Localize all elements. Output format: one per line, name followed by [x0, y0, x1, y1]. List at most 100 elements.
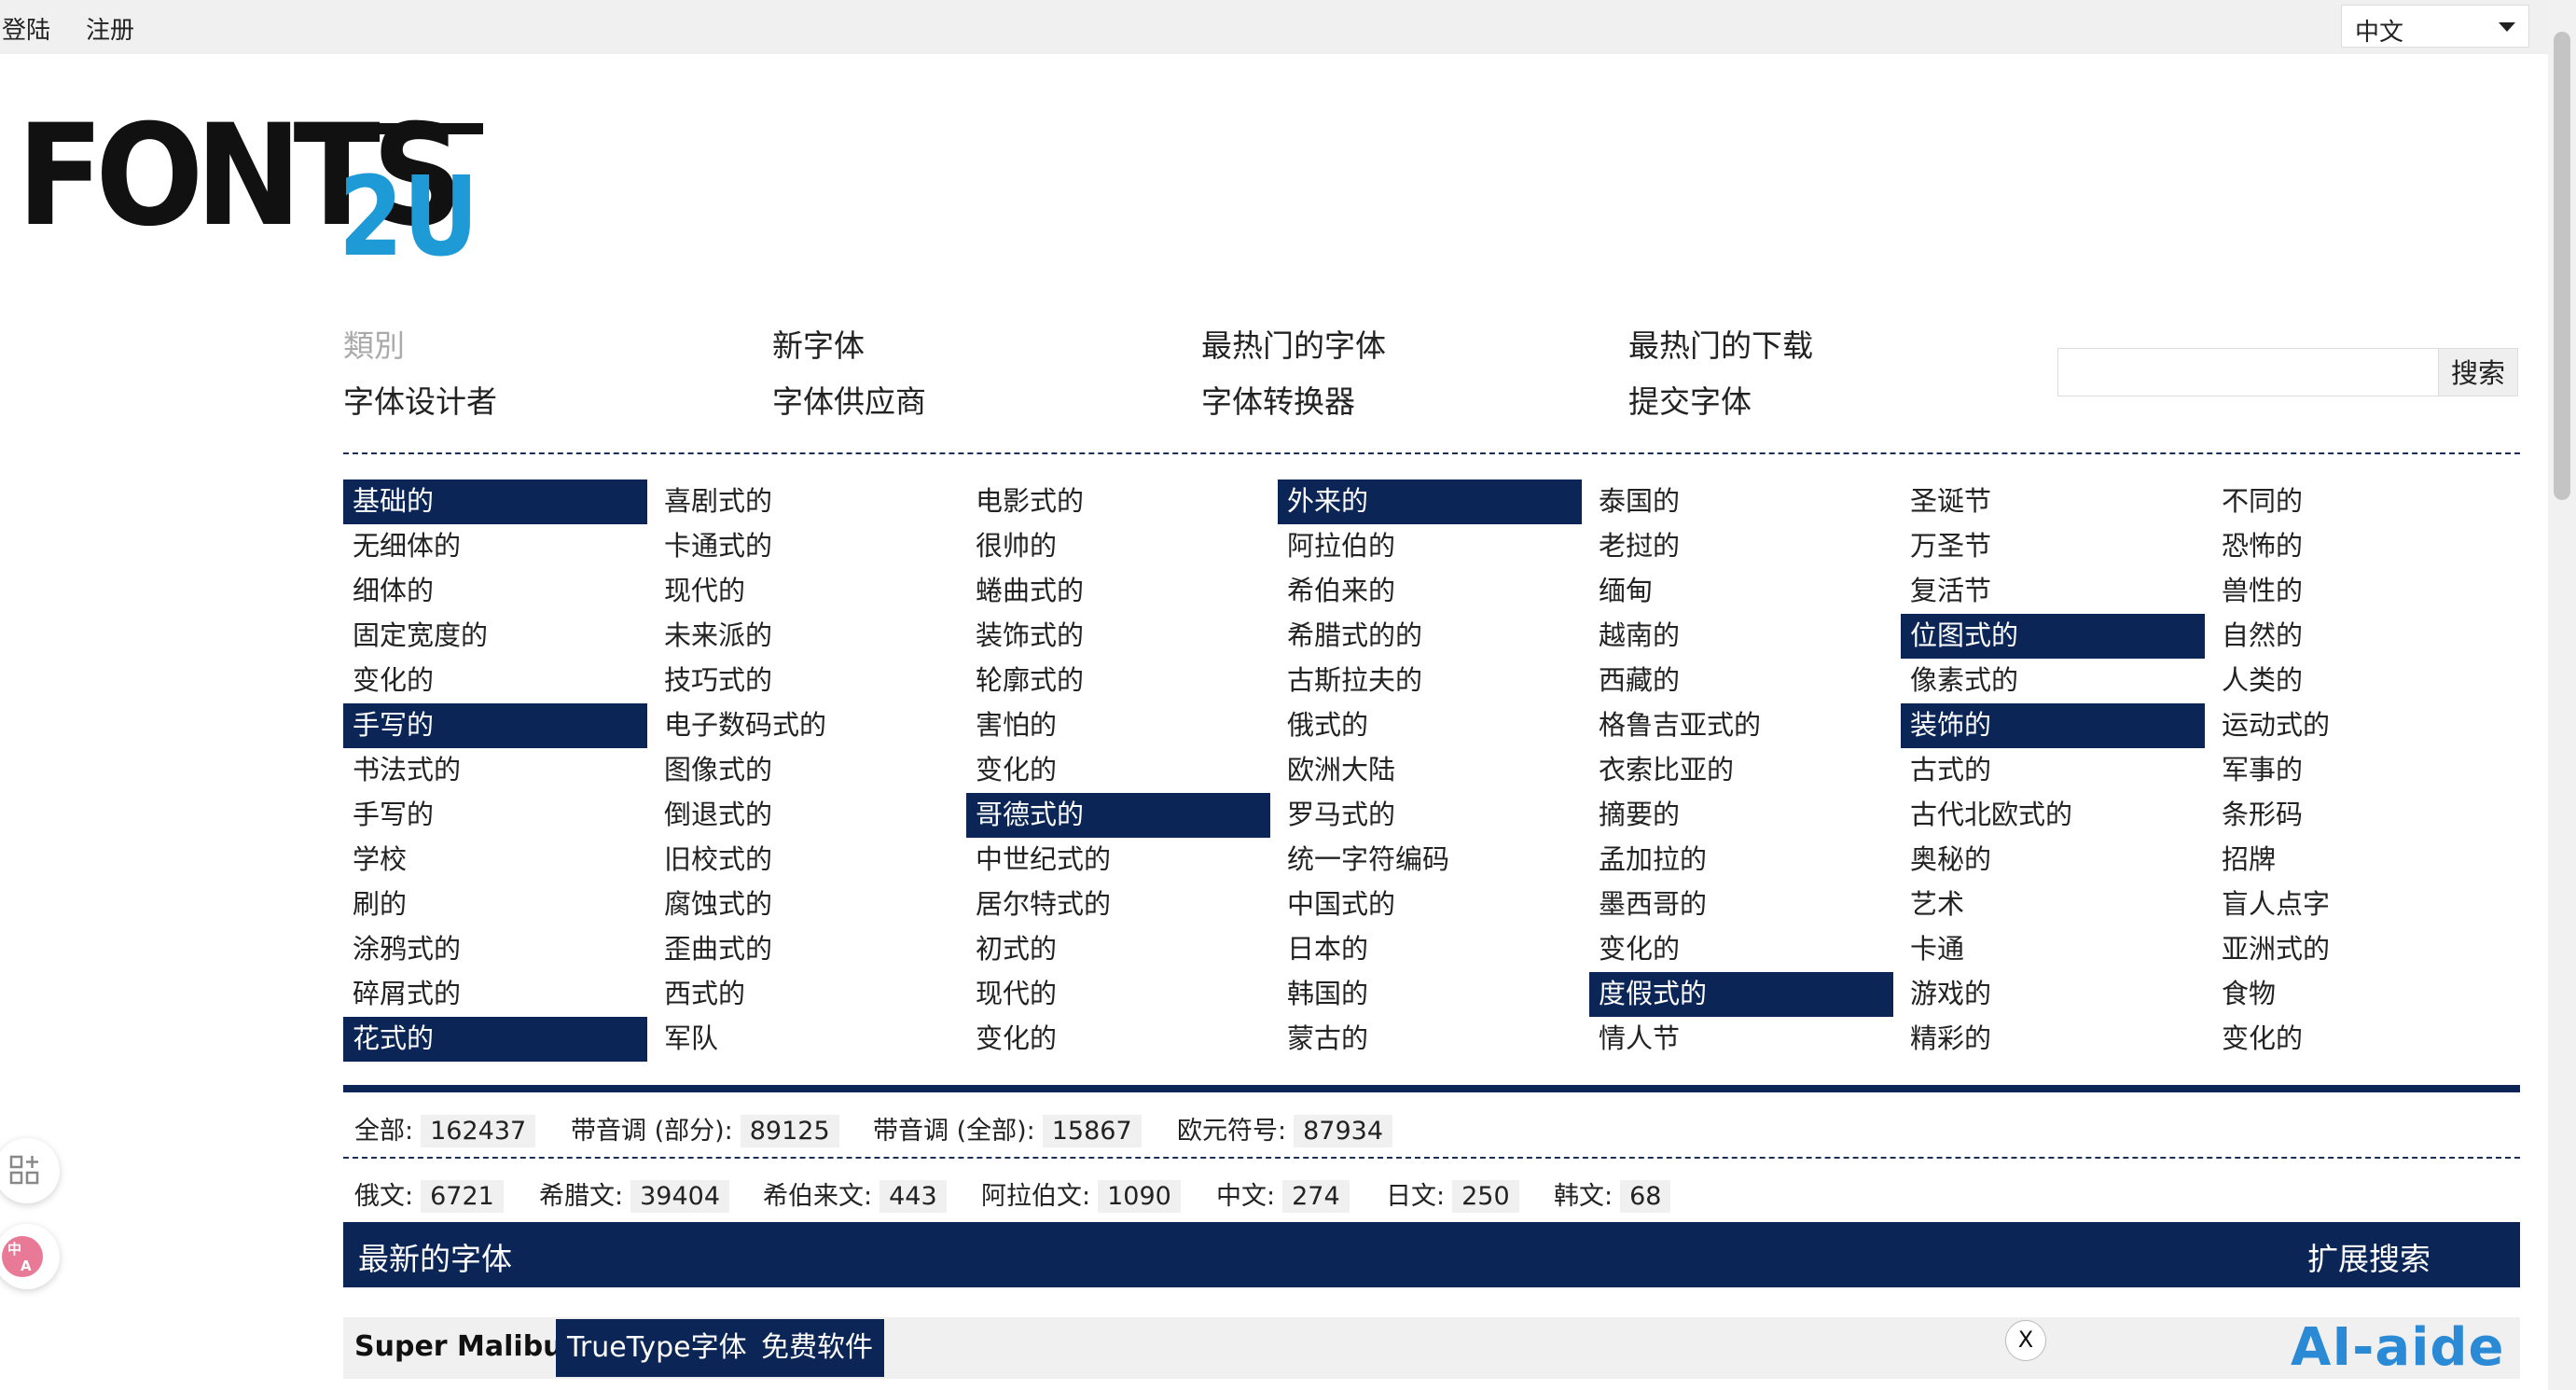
category-link[interactable]: 万圣节: [1901, 524, 2205, 569]
category-link[interactable]: 艺术: [1901, 883, 2205, 927]
category-link[interactable]: 歪曲式的: [655, 927, 959, 972]
category-link[interactable]: 人类的: [2212, 659, 2516, 703]
nav-font-converter[interactable]: 字体转换器: [1201, 377, 1355, 422]
category-link[interactable]: 初式的: [966, 927, 1270, 972]
category-link[interactable]: 墨西哥的: [1589, 883, 1893, 927]
category-header[interactable]: 哥德式的: [966, 793, 1270, 838]
category-link[interactable]: 刷的: [343, 883, 647, 927]
category-link[interactable]: 摘要的: [1589, 793, 1893, 838]
category-link[interactable]: 孟加拉的: [1589, 838, 1893, 883]
category-header[interactable]: 手写的: [343, 703, 647, 748]
scrollbar-thumb[interactable]: [2554, 32, 2570, 500]
category-link[interactable]: 轮廓式的: [966, 659, 1270, 703]
category-header[interactable]: 度假式的: [1589, 972, 1893, 1017]
category-link[interactable]: 蒙古的: [1278, 1017, 1582, 1062]
category-link[interactable]: 罗马式的: [1278, 793, 1582, 838]
category-link[interactable]: 衣索比亚的: [1589, 748, 1893, 793]
category-link[interactable]: 腐蚀式的: [655, 883, 959, 927]
page-scrollbar[interactable]: [2548, 0, 2576, 1390]
font-name[interactable]: Super Malibu: [354, 1330, 563, 1363]
category-link[interactable]: 越南的: [1589, 614, 1893, 659]
category-link[interactable]: 现代的: [966, 972, 1270, 1017]
category-link[interactable]: 招牌: [2212, 838, 2516, 883]
nav-font-designers[interactable]: 字体设计者: [343, 377, 497, 422]
category-link[interactable]: 希腊式的的: [1278, 614, 1582, 659]
category-link[interactable]: 复活节: [1901, 569, 2205, 614]
nav-popular-fonts[interactable]: 最热门的字体: [1201, 321, 1386, 366]
category-link[interactable]: 固定宽度的: [343, 614, 647, 659]
category-link[interactable]: 西藏的: [1589, 659, 1893, 703]
category-link[interactable]: 变化的: [966, 1017, 1270, 1062]
category-link[interactable]: 图像式的: [655, 748, 959, 793]
font-license-badge[interactable]: 免费软件: [750, 1319, 884, 1377]
category-link[interactable]: 条形码: [2212, 793, 2516, 838]
translate-button[interactable]: 中 A: [0, 1224, 60, 1289]
site-logo[interactable]: FONTS 2U: [17, 119, 483, 257]
category-link[interactable]: 害怕的: [966, 703, 1270, 748]
category-link[interactable]: 不同的: [2212, 480, 2516, 524]
category-header[interactable]: 花式的: [343, 1017, 647, 1062]
category-link[interactable]: 古式的: [1901, 748, 2205, 793]
category-link[interactable]: 军事的: [2212, 748, 2516, 793]
category-link[interactable]: 西式的: [655, 972, 959, 1017]
close-ad-button[interactable]: X: [2005, 1320, 2046, 1361]
category-link[interactable]: 阿拉伯的: [1278, 524, 1582, 569]
category-link[interactable]: 无细体的: [343, 524, 647, 569]
category-link[interactable]: 蜷曲式的: [966, 569, 1270, 614]
category-link[interactable]: 变化的: [1589, 927, 1893, 972]
category-link[interactable]: 俄式的: [1278, 703, 1582, 748]
category-link[interactable]: 古代北欧式的: [1901, 793, 2205, 838]
expand-search-link[interactable]: 扩展搜索: [2307, 1234, 2431, 1279]
language-select[interactable]: 中文: [2341, 5, 2529, 48]
category-link[interactable]: 喜剧式的: [655, 480, 959, 524]
category-link[interactable]: 游戏的: [1901, 972, 2205, 1017]
category-link[interactable]: 兽性的: [2212, 569, 2516, 614]
category-link[interactable]: 涂鸦式的: [343, 927, 647, 972]
category-link[interactable]: 技巧式的: [655, 659, 959, 703]
category-link[interactable]: 精彩的: [1901, 1017, 2205, 1062]
category-link[interactable]: 变化的: [966, 748, 1270, 793]
font-format-badge[interactable]: TrueType字体: [556, 1319, 758, 1377]
category-link[interactable]: 变化的: [343, 659, 647, 703]
category-link[interactable]: 电子数码式的: [655, 703, 959, 748]
category-link[interactable]: 像素式的: [1901, 659, 2205, 703]
category-link[interactable]: 日本的: [1278, 927, 1582, 972]
category-link[interactable]: 希伯来的: [1278, 569, 1582, 614]
nav-new-fonts[interactable]: 新字体: [772, 321, 865, 366]
category-link[interactable]: 手写的: [343, 793, 647, 838]
category-link[interactable]: 泰国的: [1589, 480, 1893, 524]
category-link[interactable]: 欧洲大陆: [1278, 748, 1582, 793]
category-link[interactable]: 旧校式的: [655, 838, 959, 883]
category-link[interactable]: 碎屑式的: [343, 972, 647, 1017]
search-input[interactable]: [2057, 348, 2440, 396]
category-link[interactable]: 装饰式的: [966, 614, 1270, 659]
category-header[interactable]: 外来的: [1278, 480, 1582, 524]
category-link[interactable]: 圣诞节: [1901, 480, 2205, 524]
category-link[interactable]: 卡通: [1901, 927, 2205, 972]
category-link[interactable]: 居尔特式的: [966, 883, 1270, 927]
category-link[interactable]: 恐怖的: [2212, 524, 2516, 569]
nav-categories[interactable]: 類別: [343, 321, 405, 366]
category-link[interactable]: 缅甸: [1589, 569, 1893, 614]
category-link[interactable]: 韩国的: [1278, 972, 1582, 1017]
category-header[interactable]: 装饰的: [1901, 703, 2205, 748]
nav-top-downloads[interactable]: 最热门的下载: [1628, 321, 1813, 366]
category-link[interactable]: 书法式的: [343, 748, 647, 793]
category-link[interactable]: 中国式的: [1278, 883, 1582, 927]
category-link[interactable]: 细体的: [343, 569, 647, 614]
category-link[interactable]: 倒退式的: [655, 793, 959, 838]
category-link[interactable]: 电影式的: [966, 480, 1270, 524]
category-link[interactable]: 很帅的: [966, 524, 1270, 569]
search-button[interactable]: 搜索: [2438, 348, 2518, 396]
category-link[interactable]: 运动式的: [2212, 703, 2516, 748]
category-link[interactable]: 现代的: [655, 569, 959, 614]
category-link[interactable]: 食物: [2212, 972, 2516, 1017]
apps-add-button[interactable]: [0, 1138, 60, 1203]
category-link[interactable]: 卡通式的: [655, 524, 959, 569]
category-link[interactable]: 学校: [343, 838, 647, 883]
category-link[interactable]: 统一字符编码: [1278, 838, 1582, 883]
category-link[interactable]: 盲人点字: [2212, 883, 2516, 927]
category-link[interactable]: 未来派的: [655, 614, 959, 659]
category-link[interactable]: 奥秘的: [1901, 838, 2205, 883]
register-link[interactable]: 注册: [86, 11, 134, 46]
